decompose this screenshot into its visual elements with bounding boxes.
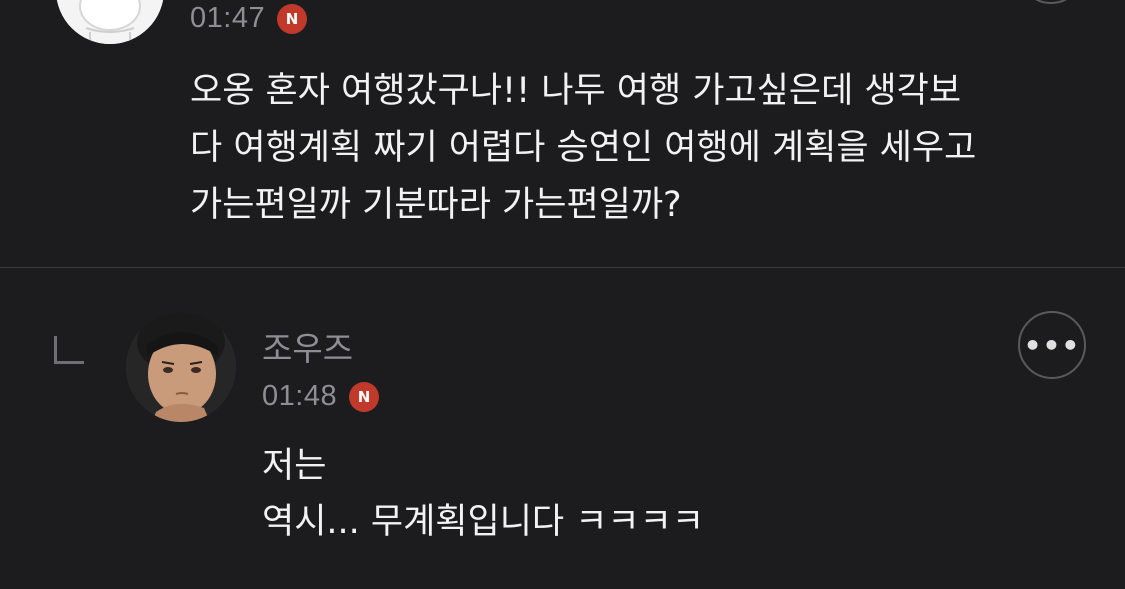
comment-line: 가는편일까 기분따라 가는편일까? [190,185,682,225]
character-avatar-icon [56,0,164,44]
username[interactable]: 조우즈 [262,322,353,370]
reply-line: 역시... 무계획입니다 ㅋㅋㅋㅋ [262,502,705,542]
avatar[interactable] [56,0,164,44]
new-badge: N [349,381,380,412]
avatar[interactable] [126,312,236,422]
comment-thread: 01:47 N 오옹 혼자 여행갔구나!! 나두 여행 가고싶은데 생각보 다 … [0,0,1125,589]
ellipsis-icon: ••• [1023,328,1081,362]
profile-photo-icon [126,312,236,422]
new-badge: N [277,3,308,34]
more-options-button[interactable]: ••• [1018,311,1086,379]
comment-line: 오옹 혼자 여행갔구나!! 나두 여행 가고싶은데 생각보 [190,71,962,111]
reply-arrow-icon [54,336,84,364]
comment-time: 01:47 [190,2,266,34]
reply-time: 01:48 [262,380,338,412]
reply-line: 저는 [262,446,327,486]
reply-meta: 01:48 N [262,380,380,413]
comment-meta: 01:47 N [190,2,308,35]
more-options-button[interactable] [1018,0,1084,4]
divider [0,267,1125,268]
comment-line: 다 여행계획 짜기 어렵다 승연인 여행에 계획을 세우고 [190,128,977,168]
